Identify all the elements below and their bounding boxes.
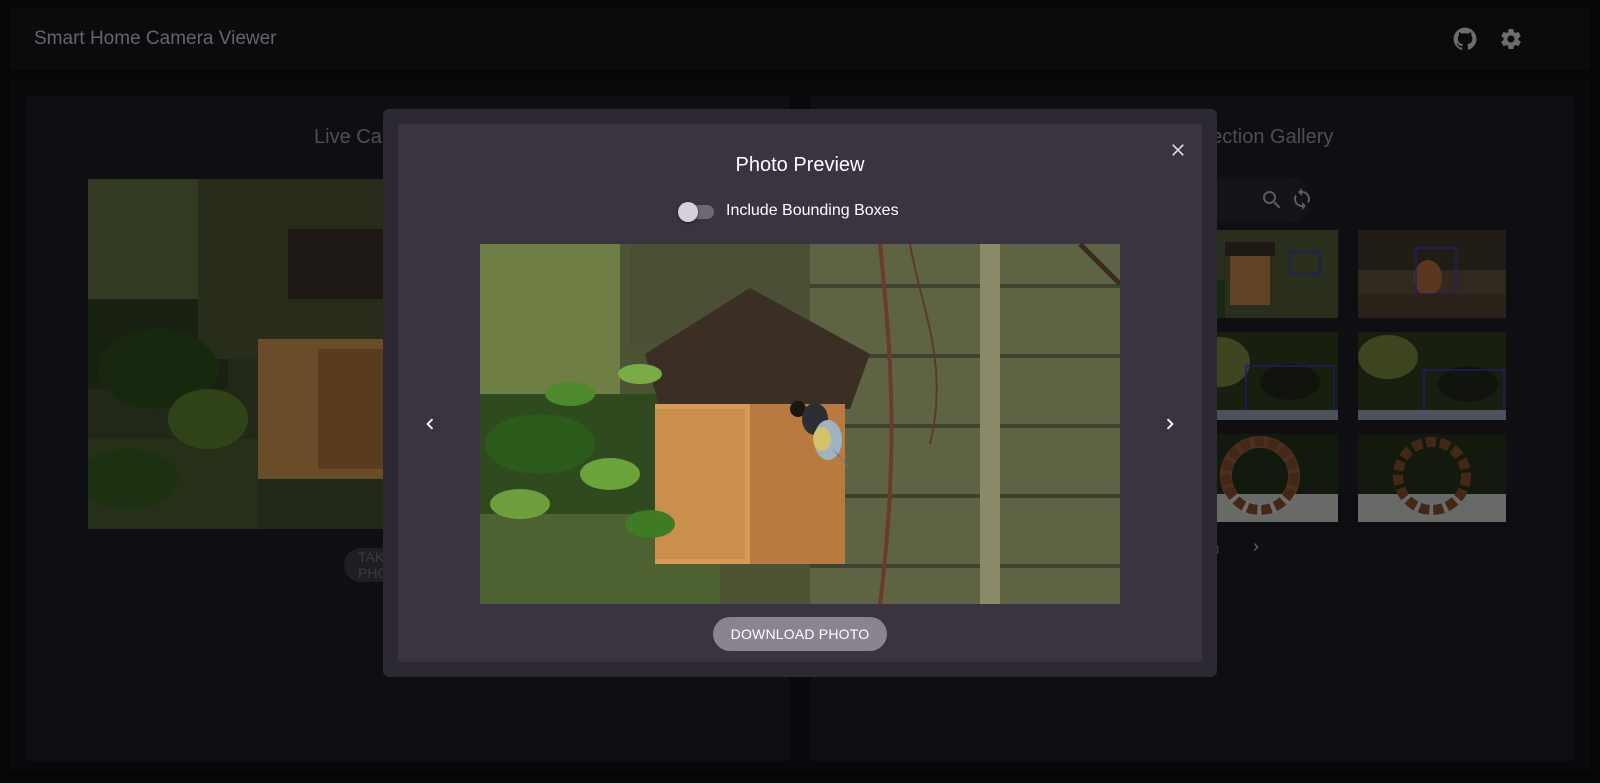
download-photo-button[interactable]: DOWNLOAD PHOTO: [713, 617, 887, 651]
modal-title: Photo Preview: [735, 154, 865, 176]
chevron-right-icon[interactable]: [1156, 410, 1184, 438]
preview-photo: [480, 244, 1120, 604]
chevron-left-icon[interactable]: [416, 410, 444, 438]
close-icon[interactable]: [1164, 136, 1192, 164]
bounding-box-toggle[interactable]: [678, 202, 714, 222]
bounding-box-toggle-row: Include Bounding Boxes: [678, 202, 899, 222]
bounding-box-toggle-label: Include Bounding Boxes: [726, 202, 899, 219]
photo-preview-dialog: Photo Preview Include Bounding Boxes DOW…: [398, 124, 1202, 662]
